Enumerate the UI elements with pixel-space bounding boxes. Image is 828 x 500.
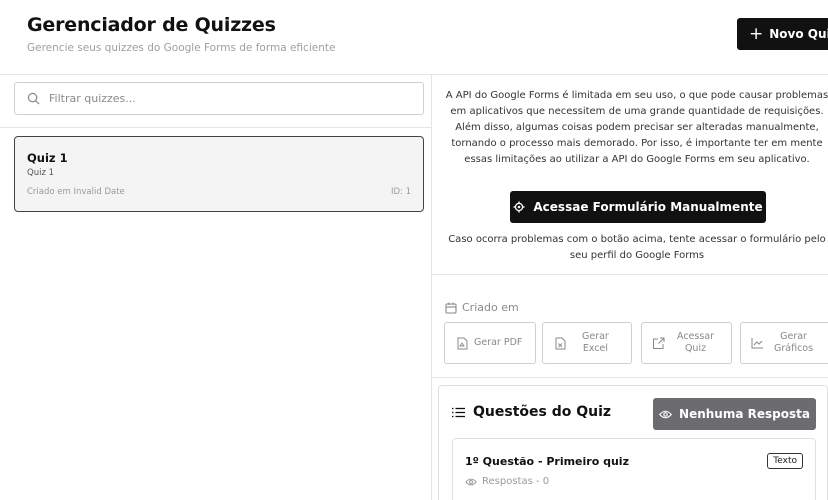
generate-charts-label-line1: Gerar bbox=[780, 331, 807, 342]
quiz-item-title: Quiz 1 bbox=[27, 151, 68, 165]
access-quiz-label-line1: Acessar bbox=[677, 331, 715, 342]
question-responses-label: Respostas - 0 bbox=[482, 476, 550, 487]
header: Gerenciador de Quizzes Gerencie seus qui… bbox=[0, 0, 828, 75]
calendar-icon bbox=[445, 302, 457, 314]
access-quiz-label-line2: Quiz bbox=[684, 343, 707, 354]
problem-notice: Caso ocorra problemas com o botão acima,… bbox=[448, 234, 826, 261]
quiz-detail-panel: A API do Google Forms é limitada em seu … bbox=[432, 75, 828, 500]
action-buttons: Gerar PDF Gerar Excel Acessar Quiz Gerar… bbox=[444, 322, 828, 366]
plus-icon: + bbox=[749, 23, 764, 44]
generate-excel-button[interactable]: Gerar Excel bbox=[542, 322, 632, 364]
questions-title: Questões do Quiz bbox=[473, 404, 612, 420]
generate-pdf-button[interactable]: Gerar PDF bbox=[444, 322, 536, 364]
divider bbox=[432, 377, 828, 378]
filter-input[interactable]: Filtrar quizzes... bbox=[14, 82, 424, 115]
access-quiz-button[interactable]: Acessar Quiz bbox=[641, 322, 732, 364]
quiz-list-item[interactable]: Quiz 1 Quiz 1 Criado em Invalid Date ID:… bbox=[14, 136, 424, 212]
line-chart-icon bbox=[751, 338, 763, 349]
new-quiz-label: Novo Quiz bbox=[769, 27, 828, 41]
created-date: Criado em bbox=[445, 301, 519, 314]
access-form-button[interactable]: Acessae Formulário Manualmente bbox=[510, 191, 766, 223]
divider bbox=[0, 127, 432, 128]
eye-icon bbox=[465, 478, 477, 485]
question-title: 1º Questão - Primeiro quiz bbox=[465, 455, 629, 468]
no-answers-label: Nenhuma Resposta bbox=[679, 407, 810, 421]
eye-icon bbox=[659, 410, 673, 418]
spreadsheet-file-icon bbox=[555, 337, 566, 349]
search-icon bbox=[27, 92, 40, 105]
no-answers-button[interactable]: Nenhuma Resposta bbox=[653, 398, 816, 430]
list-icon bbox=[452, 407, 465, 417]
quiz-item-created: Criado em Invalid Date bbox=[27, 187, 125, 197]
quiz-item-subtitle: Quiz 1 bbox=[27, 168, 55, 178]
external-link-icon bbox=[653, 337, 665, 349]
generate-pdf-label: Gerar PDF bbox=[474, 337, 523, 348]
quiz-item-id: ID: 1 bbox=[390, 187, 411, 197]
questions-header: Questões do Quiz bbox=[452, 404, 611, 420]
created-label: Criado em bbox=[462, 301, 519, 314]
question-item[interactable]: 1º Questão - Primeiro quiz Texto Respost… bbox=[452, 438, 816, 500]
questions-panel: Questões do Quiz Nenhuma Resposta 1º Que… bbox=[438, 385, 828, 500]
api-limitation-notice: A API do Google Forms é limitada em seu … bbox=[445, 90, 828, 165]
page-title: Gerenciador de Quizzes bbox=[27, 14, 276, 36]
generate-charts-button[interactable]: Gerar Gráficos bbox=[740, 322, 828, 364]
gear-icon bbox=[513, 201, 525, 213]
quiz-sidebar: Filtrar quizzes... Quiz 1 Quiz 1 Criado … bbox=[0, 75, 432, 500]
question-type-badge: Texto bbox=[767, 453, 803, 469]
filter-placeholder: Filtrar quizzes... bbox=[49, 92, 136, 105]
question-responses: Respostas - 0 bbox=[465, 476, 549, 487]
generate-excel-label-line2: Excel bbox=[582, 343, 608, 354]
new-quiz-button[interactable]: + Novo Quiz bbox=[737, 18, 828, 50]
generate-excel-label-line1: Gerar bbox=[582, 331, 609, 342]
page-subtitle: Gerencie seus quizzes do Google Forms de… bbox=[27, 42, 336, 54]
generate-charts-label-line2: Gráficos bbox=[774, 343, 814, 354]
divider bbox=[432, 274, 828, 275]
pdf-file-icon bbox=[457, 337, 468, 349]
access-form-label: Acessae Formulário Manualmente bbox=[533, 200, 763, 214]
